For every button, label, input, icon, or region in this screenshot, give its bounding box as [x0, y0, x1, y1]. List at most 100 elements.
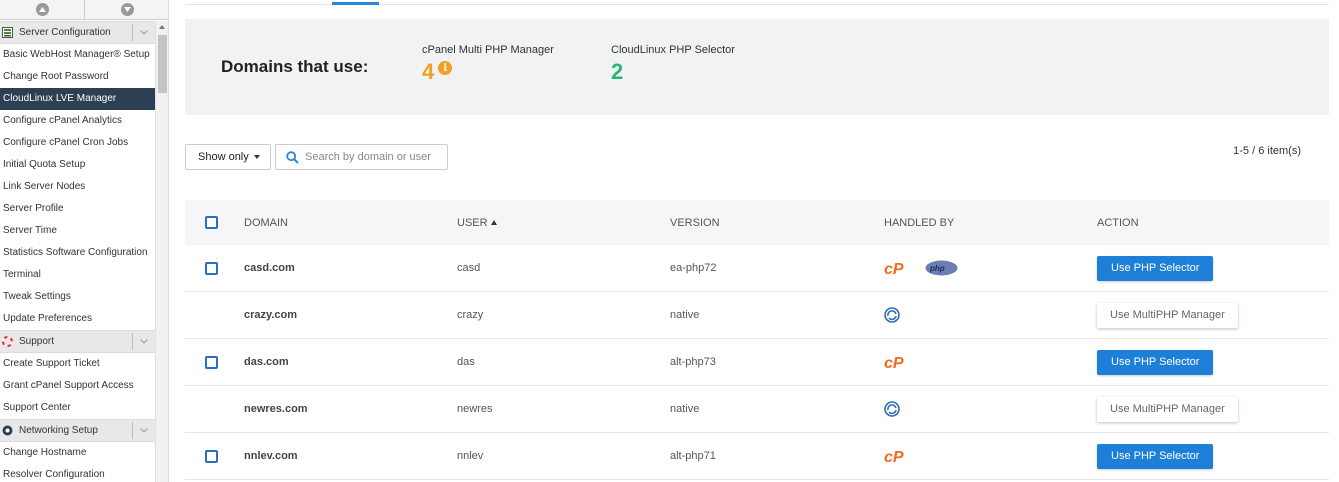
table-row: newres.com newres native Use MultiPHP Ma…	[185, 386, 1329, 433]
sidebar-group-server-configuration[interactable]: Server Configuration	[0, 21, 155, 44]
search-input[interactable]: Search by domain or user	[275, 144, 448, 170]
sidebar-group-title: Server Configuration	[19, 27, 111, 38]
version-cell: alt-php71	[670, 450, 716, 462]
table-row: das.com das alt-php73 cP Use PHP Selecto…	[185, 339, 1329, 386]
domains-summary-panel: Domains that use: cPanel Multi PHP Manag…	[185, 19, 1329, 115]
sidebar-item-server-profile[interactable]: Server Profile	[0, 198, 155, 220]
svg-text:cP: cP	[884, 355, 904, 370]
domain-cell: nnlev.com	[244, 450, 298, 462]
summary-title: Domains that use:	[221, 57, 369, 76]
sidebar: Server Configuration Basic WebHost Manag…	[0, 0, 169, 482]
sidebar-item-create-support-ticket[interactable]: Create Support Ticket	[0, 353, 155, 375]
caret-down-icon	[253, 155, 260, 159]
domain-cell: das.com	[244, 356, 289, 368]
php-icon: php	[925, 260, 958, 276]
sidebar-item-statistics-software-configuration[interactable]: Statistics Software Configuration	[0, 242, 155, 264]
svg-text:cP: cP	[884, 449, 904, 464]
header-version[interactable]: VERSION	[670, 217, 884, 229]
cloudlinux-icon	[884, 401, 900, 417]
sidebar-group-title: Networking Setup	[19, 425, 98, 436]
scroll-up-button[interactable]	[0, 0, 85, 19]
selector-stat: CloudLinux PHP Selector 2	[611, 44, 735, 85]
sidebar-item-basic-webhost-manager-setup[interactable]: Basic WebHost Manager® Setup	[0, 44, 155, 66]
table-row: nnlev.com nnlev alt-php71 cP Use PHP Sel…	[185, 433, 1329, 480]
sidebar-item-update-preferences[interactable]: Update Preferences	[0, 308, 155, 330]
sidebar-item-server-time[interactable]: Server Time	[0, 220, 155, 242]
use-php-selector-button[interactable]: Use PHP Selector	[1097, 349, 1214, 375]
domain-cell: crazy.com	[244, 309, 297, 321]
version-cell: alt-php73	[670, 356, 716, 368]
sidebar-item-link-server-nodes[interactable]: Link Server Nodes	[0, 176, 155, 198]
lifebuoy-icon	[2, 336, 13, 347]
svg-text:cP: cP	[884, 261, 904, 276]
arrow-up-icon	[35, 3, 49, 16]
select-all-checkbox[interactable]	[205, 216, 218, 229]
sidebar-scrollbar[interactable]	[155, 21, 168, 482]
sidebar-item-configure-cpanel-analytics[interactable]: Configure cPanel Analytics	[0, 110, 155, 132]
scroll-down-button[interactable]	[85, 0, 168, 19]
sidebar-item-resolver-configuration[interactable]: Resolver Configuration	[0, 464, 155, 482]
info-icon[interactable]: i	[438, 61, 453, 75]
network-icon	[2, 425, 13, 436]
cpanel-icon: cP	[884, 354, 910, 370]
header-user[interactable]: USER	[457, 217, 670, 229]
chevron-down-icon[interactable]	[132, 422, 155, 439]
sidebar-group-networking-setup[interactable]: Networking Setup	[0, 419, 155, 442]
chevron-down-icon[interactable]	[132, 24, 155, 41]
svg-text:php: php	[929, 264, 945, 273]
header-domain[interactable]: DOMAIN	[244, 217, 457, 229]
use-php-selector-button[interactable]: Use PHP Selector	[1097, 255, 1214, 281]
active-tab-indicator	[332, 2, 379, 5]
arrow-down-icon	[120, 3, 134, 16]
show-only-label: Show only	[198, 151, 249, 163]
handled-by-cell: cP	[884, 354, 1097, 370]
items-count: 1-5 / 6 item(s)	[1233, 145, 1301, 157]
cpanel-icon: cP	[884, 448, 910, 464]
chevron-down-icon[interactable]	[132, 333, 155, 350]
use-multiphp-manager-button[interactable]: Use MultiPHP Manager	[1097, 302, 1238, 328]
sidebar-item-initial-quota-setup[interactable]: Initial Quota Setup	[0, 154, 155, 176]
handled-by-cell	[884, 307, 1097, 323]
user-cell: casd	[457, 262, 481, 274]
table-header: DOMAIN USER VERSION HANDLED BY ACTION	[185, 200, 1329, 245]
header-action: ACTION	[1097, 216, 1139, 229]
sidebar-item-tweak-settings[interactable]: Tweak Settings	[0, 286, 155, 308]
sidebar-item-configure-cpanel-cron-jobs[interactable]: Configure cPanel Cron Jobs	[0, 132, 155, 154]
scrollbar-thumb[interactable]	[158, 35, 167, 93]
multiphp-label: cPanel Multi PHP Manager	[422, 44, 554, 56]
version-cell: ea-php72	[670, 262, 717, 274]
sidebar-item-change-hostname[interactable]: Change Hostname	[0, 442, 155, 464]
scroll-up-arrow-icon[interactable]	[159, 25, 165, 29]
search-placeholder: Search by domain or user	[305, 151, 431, 163]
sidebar-item-cloudlinux-lve-manager[interactable]: CloudLinux LVE Manager	[0, 88, 155, 110]
sidebar-item-support-center[interactable]: Support Center	[0, 397, 155, 419]
version-cell: native	[670, 309, 700, 321]
server-icon	[2, 27, 13, 38]
domain-cell: casd.com	[244, 262, 295, 274]
cpanel-icon: cP	[884, 260, 910, 276]
row-checkbox[interactable]	[205, 261, 218, 275]
row-checkbox[interactable]	[205, 449, 218, 463]
sidebar-item-change-root-password[interactable]: Change Root Password	[0, 66, 155, 88]
handled-by-cell: cP	[884, 448, 1097, 464]
use-multiphp-manager-button[interactable]: Use MultiPHP Manager	[1097, 396, 1238, 422]
multiphp-stat: cPanel Multi PHP Manager 4 i	[422, 44, 554, 85]
handled-by-cell: cP php	[884, 260, 1097, 276]
sidebar-item-terminal[interactable]: Terminal	[0, 264, 155, 286]
user-cell: nnlev	[457, 450, 484, 462]
domains-table: DOMAIN USER VERSION HANDLED BY ACTION ca…	[185, 200, 1329, 480]
row-checkbox[interactable]	[205, 355, 218, 369]
sidebar-group-support[interactable]: Support	[0, 330, 155, 353]
show-only-dropdown[interactable]: Show only	[185, 144, 271, 170]
use-php-selector-button[interactable]: Use PHP Selector	[1097, 443, 1214, 469]
sidebar-group-title: Support	[19, 336, 55, 347]
header-handled-by: HANDLED BY	[884, 216, 955, 229]
handled-by-cell	[884, 401, 1097, 417]
search-icon	[286, 150, 299, 164]
user-cell: crazy	[457, 309, 484, 321]
multiphp-count: 4	[422, 59, 435, 84]
main-content: Domains that use: cPanel Multi PHP Manag…	[170, 0, 1339, 482]
sidebar-menu: Server Configuration Basic WebHost Manag…	[0, 21, 155, 482]
sidebar-item-grant-cpanel-support-access[interactable]: Grant cPanel Support Access	[0, 375, 155, 397]
cloudlinux-icon	[884, 307, 900, 323]
